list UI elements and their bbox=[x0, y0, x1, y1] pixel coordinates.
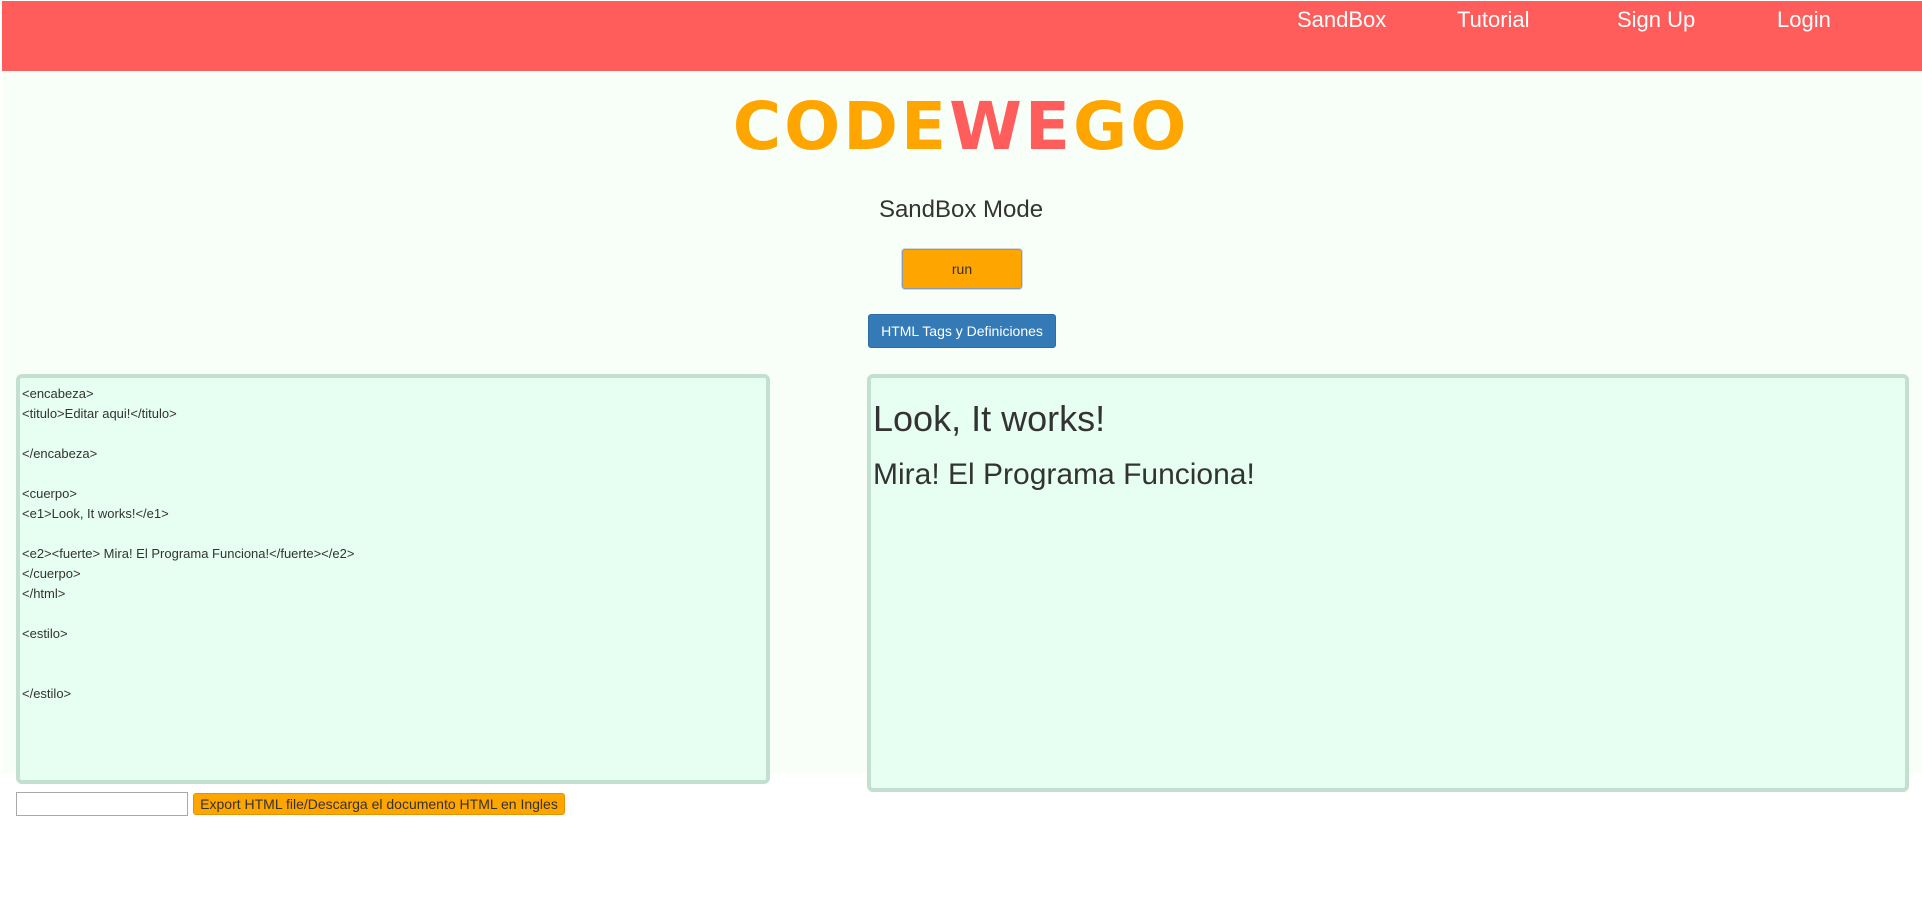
logo-part-go: GO bbox=[1073, 88, 1190, 165]
output-heading-2: Mira! El Programa Funciona! bbox=[873, 458, 1255, 491]
export-html-button[interactable]: Export HTML file/Descarga el documento H… bbox=[193, 793, 565, 815]
nav-link-sign-up[interactable]: Sign Up bbox=[1617, 7, 1695, 33]
run-button[interactable]: run bbox=[902, 249, 1022, 289]
output-heading-1: Look, It works! bbox=[873, 398, 1106, 439]
html-tags-button[interactable]: HTML Tags y Definiciones bbox=[868, 314, 1056, 348]
top-navbar: SandBox Tutorial Sign Up Login bbox=[2, 1, 1922, 71]
codewego-logo: CODEWEGO bbox=[0, 92, 1922, 162]
nav-link-login[interactable]: Login bbox=[1777, 7, 1831, 33]
nav-link-sandbox[interactable]: SandBox bbox=[1297, 7, 1386, 33]
logo-part-code: CODE bbox=[732, 88, 950, 165]
export-filename-input[interactable] bbox=[16, 792, 188, 816]
sandbox-mode-title: SandBox Mode bbox=[878, 196, 1044, 223]
code-editor[interactable]: <encabeza> <titulo>Editar aqui!</titulo>… bbox=[16, 374, 770, 784]
output-preview: Look, It works! Mira! El Programa Funcio… bbox=[867, 374, 1909, 792]
nav-link-tutorial[interactable]: Tutorial bbox=[1457, 7, 1530, 33]
logo-part-we: WE bbox=[949, 88, 1074, 165]
